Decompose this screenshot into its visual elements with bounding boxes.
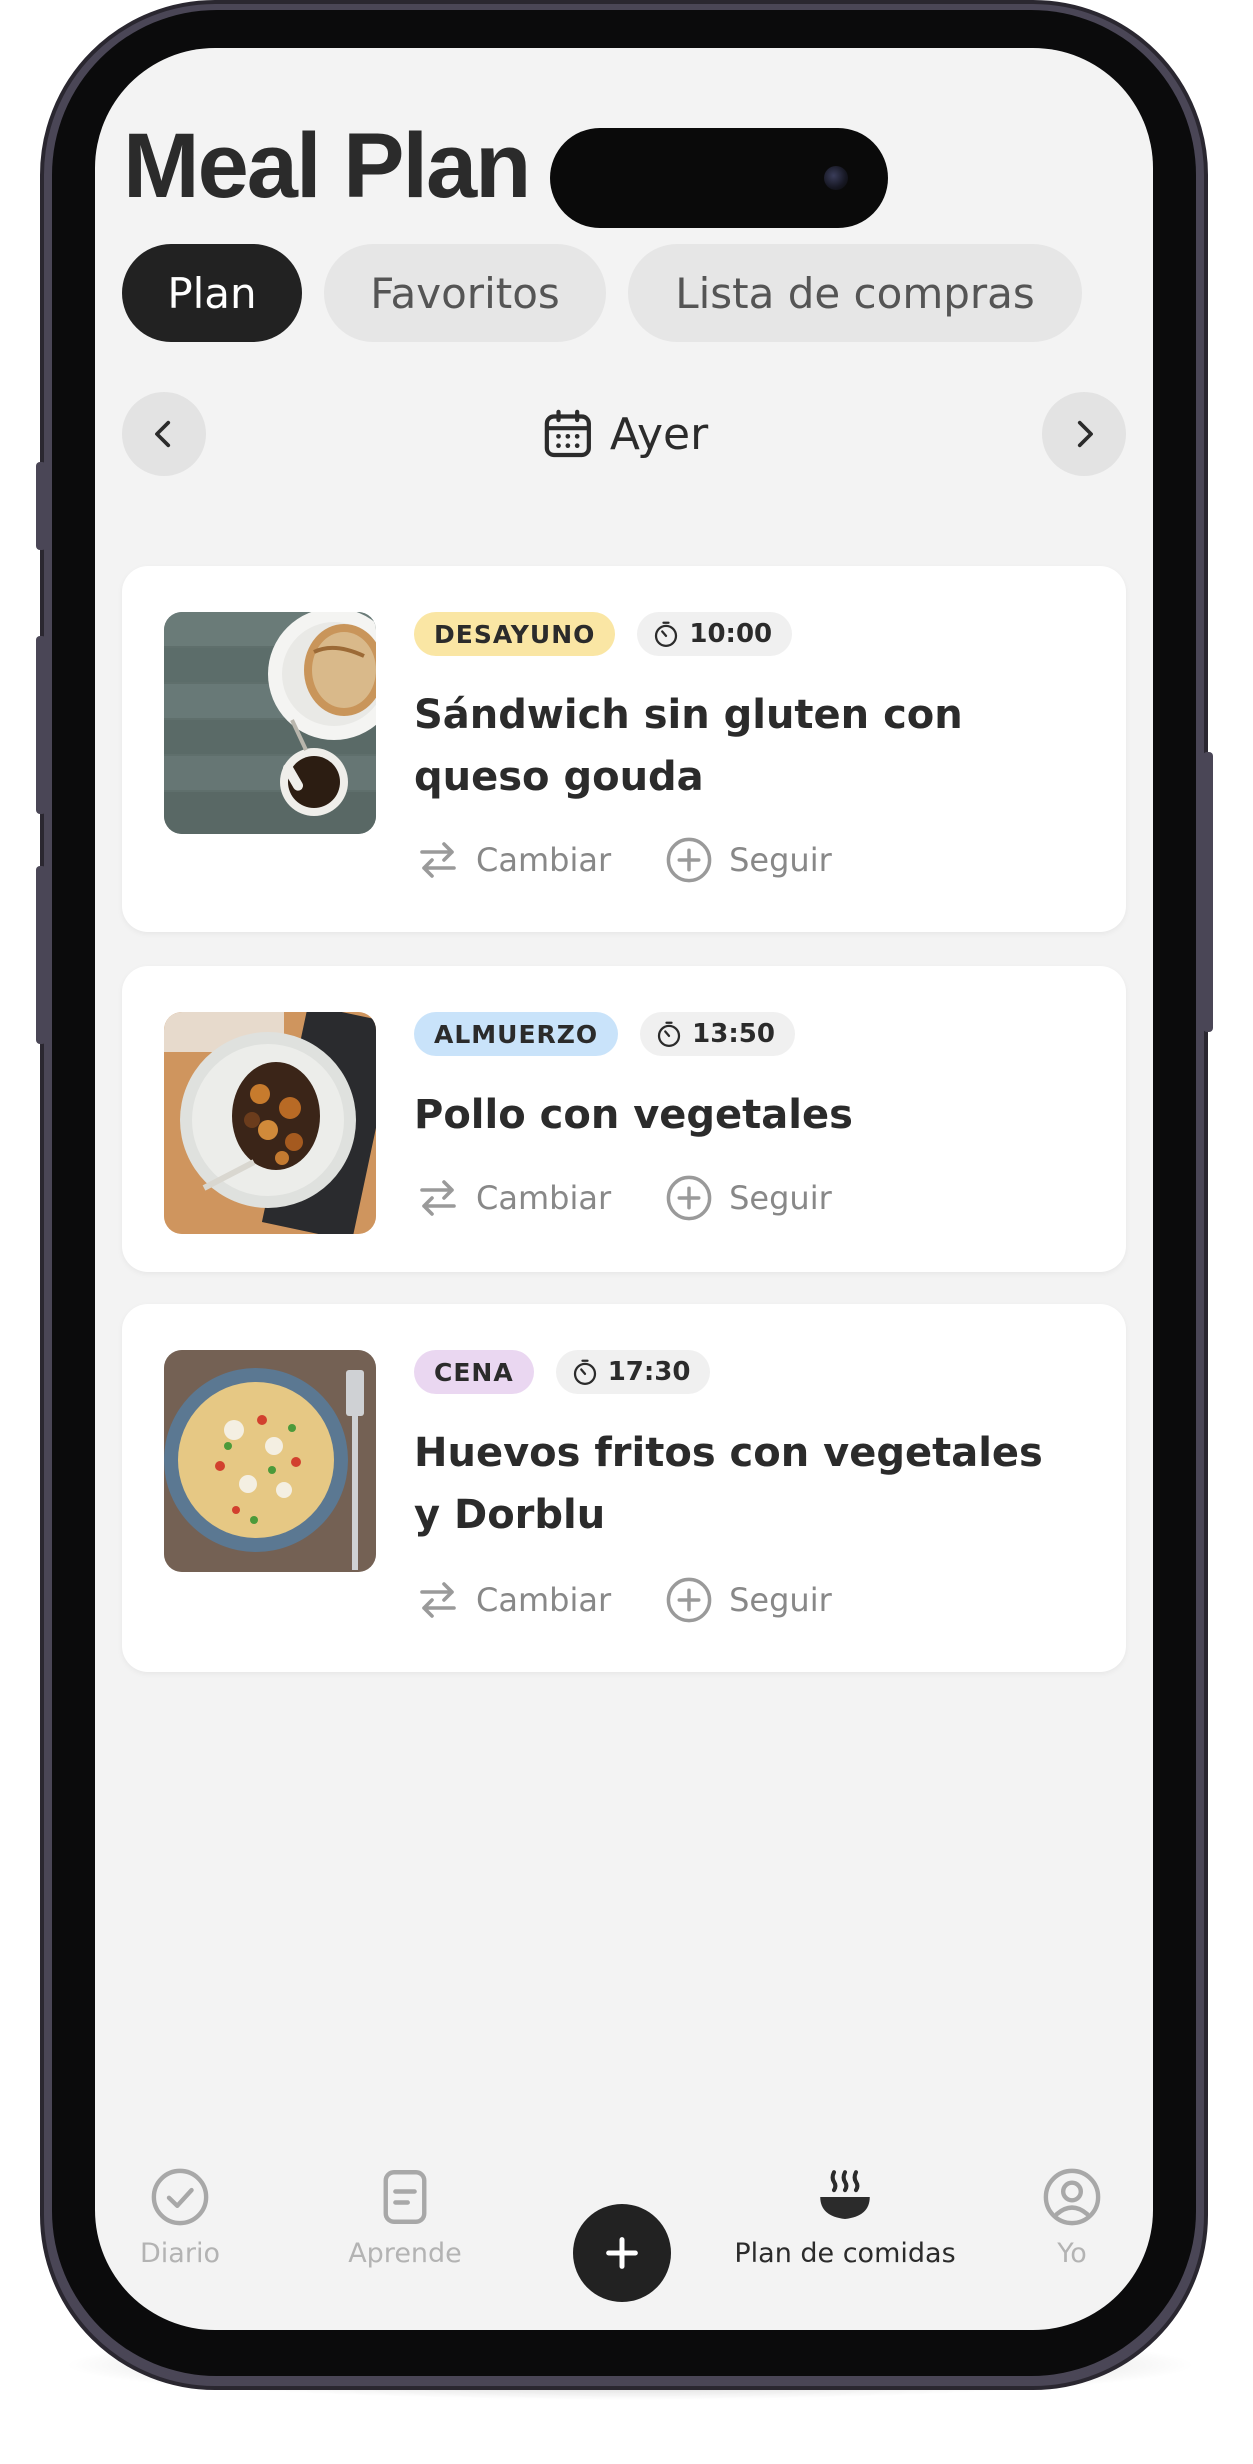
meal-time: 13:50 [692,1019,775,1049]
meal-image-huevos [164,1350,376,1572]
change-label: Cambiar [476,841,612,879]
swap-arrows-icon [420,842,456,878]
change-label: Cambiar [476,1179,612,1217]
nav-label: Aprende [348,2238,462,2269]
date-label[interactable]: Ayer [540,392,708,476]
meal-time-badge: 13:50 [640,1012,795,1056]
check-circle-icon [151,2168,209,2226]
stopwatch-icon [658,1021,681,1047]
meal-image-sandwich [164,612,376,834]
date-navigator: Ayer [122,392,1126,478]
nav-item-aprende[interactable]: Aprende [335,2164,475,2269]
page-title: Meal Plan [123,115,531,217]
tab-favoritos[interactable]: Favoritos [324,244,606,342]
meal-actions: Cambiar Seguir [414,1172,832,1224]
meal-type-badge: DESAYUNO [414,612,616,656]
swap-arrows-icon [420,1582,456,1618]
steaming-bowl-icon [820,2170,870,2219]
meal-title[interactable]: Huevos fritos con vegetales y Dorblu [414,1422,1074,1546]
nav-item-diario[interactable]: Diario [125,2164,235,2269]
swap-arrows-icon [420,1180,456,1216]
change-meal-button[interactable]: Cambiar [414,1174,611,1222]
nav-item-plan-de-comidas[interactable]: Plan de comidas [715,2164,975,2269]
meal-title[interactable]: Pollo con vegetales [414,1084,1074,1146]
action-button [36,462,46,550]
follow-meal-button[interactable]: Seguir [663,834,832,886]
tab-lista-de-compras[interactable]: Lista de compras [628,244,1082,342]
meal-time-badge: 17:30 [555,1350,711,1394]
plus-circle-icon [666,1175,712,1221]
tab-plan[interactable]: Plan [122,244,302,342]
follow-meal-button[interactable]: Seguir [663,1172,832,1224]
volume-up-button [36,636,46,814]
meal-time: 10:00 [689,619,773,649]
follow-label: Seguir [729,1179,832,1217]
add-button[interactable] [573,2204,671,2302]
screen: Meal Plan Plan Favoritos Lista de compra… [95,48,1153,2330]
meal-time: 17:30 [607,1357,691,1387]
previous-day-button[interactable] [122,392,206,476]
calendar-icon [544,409,591,458]
camera-icon [824,166,848,190]
dynamic-island [550,128,888,228]
follow-meal-button[interactable]: Seguir [663,1574,832,1626]
meal-title[interactable]: Sándwich sin gluten con queso gouda [414,684,1074,808]
document-icon [383,2170,427,2224]
tab-bar: Plan Favoritos Lista de compras [122,244,1082,342]
nav-label: Yo [1057,2238,1087,2269]
power-button [1203,752,1213,1032]
nav-label: Diario [140,2238,220,2269]
plus-circle-icon [666,837,712,883]
meal-type-badge: ALMUERZO [414,1012,619,1056]
meal-type-badge: CENA [414,1350,534,1394]
chevron-left-icon [155,420,171,448]
user-circle-icon [1043,2168,1101,2226]
change-meal-button[interactable]: Cambiar [414,836,611,884]
plus-circle-icon [666,1577,712,1623]
meal-image-pollo [164,1012,376,1234]
bottom-navigation: Diario Aprende Plan de comidas Yo [95,2164,1153,2330]
volume-down-button [36,866,46,1044]
meal-card-desayuno[interactable]: DESAYUNO 10:00 Sándwich sin gluten con q… [122,566,1126,932]
meal-card-almuerzo[interactable]: ALMUERZO 13:50 Pollo con vegetales Cambi… [122,966,1126,1272]
nav-item-yo[interactable]: Yo [1027,2164,1117,2269]
date-text: Ayer [609,408,709,460]
meal-meta: CENA 17:30 [414,1350,711,1394]
meal-time-badge: 10:00 [637,612,793,656]
meal-meta: DESAYUNO 10:00 [414,612,793,656]
meal-actions: Cambiar Seguir [414,1574,832,1626]
plus-icon [606,2237,638,2269]
follow-label: Seguir [729,841,832,879]
nav-label: Plan de comidas [734,2238,956,2269]
stopwatch-icon [573,1359,596,1385]
change-label: Cambiar [476,1581,612,1619]
chevron-right-icon [1077,420,1093,448]
meal-meta: ALMUERZO 13:50 [414,1012,795,1056]
meal-card-cena[interactable]: CENA 17:30 Huevos fritos con vegetales y… [122,1304,1126,1672]
stopwatch-icon [655,621,678,647]
meal-actions: Cambiar Seguir [414,834,832,886]
follow-label: Seguir [729,1581,832,1619]
change-meal-button[interactable]: Cambiar [414,1576,611,1624]
next-day-button[interactable] [1042,392,1126,476]
